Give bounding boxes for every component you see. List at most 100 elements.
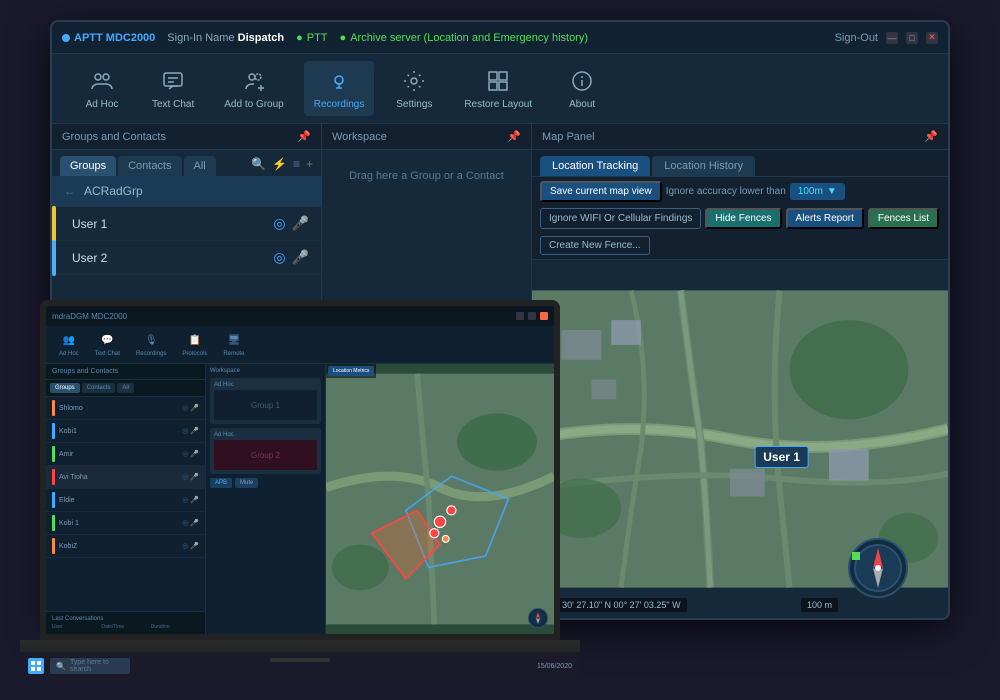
laptop-user-eldie[interactable]: Eldie ◎ 🎤 — [46, 489, 205, 512]
laptop-tool-remote[interactable]: 🖥 Remote — [218, 330, 249, 360]
laptop-user-kobi-1[interactable]: Kobi 1 ◎ 🎤 — [46, 512, 205, 535]
laptop-compass[interactable] — [528, 608, 548, 628]
user-row-1[interactable]: User 1 ◎ 🎤 — [52, 207, 321, 241]
hide-fences-button[interactable]: Hide Fences — [705, 208, 781, 229]
map-controls: Save current map view Ignore accuracy lo… — [532, 177, 948, 260]
minimize-button[interactable]: — — [886, 32, 898, 44]
conv-col1: User — [52, 624, 100, 630]
start-button[interactable] — [28, 658, 44, 674]
groups-panel-title: Groups and Contacts — [62, 131, 166, 143]
laptop-user-kobi1[interactable]: Kobi1 ◎ 🎤 — [46, 420, 205, 443]
laptop-user-icons-kobi1: ◎ 🎤 — [182, 427, 199, 435]
taskbar-time: 15/06/2020 — [537, 663, 572, 670]
user-2-icons: ◎ 🎤 — [273, 249, 309, 266]
tab-contacts[interactable]: Contacts — [118, 156, 181, 176]
toolbar-addtogroup[interactable]: Add to Group — [214, 61, 293, 116]
laptop-user-dot-avitioha — [52, 469, 55, 485]
scene: APTT MDC2000 Sign-In Name Dispatch ● PTT… — [20, 20, 980, 680]
maximize-button[interactable]: □ — [906, 32, 918, 44]
laptop-mute-btn[interactable]: Mute — [235, 478, 258, 488]
tab-all[interactable]: All — [184, 156, 216, 176]
laptop-user-dot-kobi-1 — [52, 515, 55, 531]
laptop-user-avitioha[interactable]: Avi Tioha ◎ 🎤 — [46, 466, 205, 489]
laptop-ws-controls: APB Mute — [210, 478, 321, 488]
sort-icon[interactable]: ≡ — [293, 157, 300, 171]
pin-icon[interactable]: 📌 — [297, 130, 311, 143]
laptop-base: 🔍 Type here to search 15/06/2020 — [20, 640, 580, 680]
laptop-user-icons-avitioha: ◎ 🎤 — [182, 473, 199, 481]
groups-panel-icons: 📌 — [297, 130, 311, 143]
tab-groups[interactable]: Groups — [60, 156, 116, 176]
user-1-icons: ◎ 🎤 — [273, 215, 309, 232]
laptop-content: Groups and Contacts Groups Contacts All … — [46, 364, 554, 634]
alerts-report-button[interactable]: Alerts Report — [786, 208, 864, 229]
save-map-view-button[interactable]: Save current map view — [540, 181, 662, 202]
laptop-tab-groups[interactable]: Groups — [50, 383, 80, 393]
filter-icon[interactable]: ⚡ — [272, 157, 287, 171]
toolbar-recordings[interactable]: Recordings — [304, 61, 375, 116]
laptop-close-btn[interactable] — [540, 312, 548, 320]
toolbar-restorelayout[interactable]: Restore Layout — [454, 61, 542, 116]
search-icon[interactable]: 🔍 — [251, 157, 266, 171]
laptop-workspace: Workspace Ad Hoc Group 1 Ad Hoc Group 2 … — [206, 364, 326, 634]
add-icon[interactable]: + — [306, 157, 313, 171]
laptop-minimize-btn[interactable] — [516, 312, 524, 320]
settings-label: Settings — [396, 99, 432, 110]
accuracy-dropdown[interactable]: 100m ▼ — [790, 183, 845, 200]
toolbar-about[interactable]: About — [552, 61, 612, 116]
laptop-user-shlomo[interactable]: Shlomo ◎ 🎤 — [46, 397, 205, 420]
laptop-apb-btn[interactable]: APB — [210, 478, 232, 488]
ignore-wifi-button[interactable]: Ignore WIFI Or Cellular Findings — [540, 208, 701, 229]
user-row-2[interactable]: User 2 ◎ 🎤 — [52, 241, 321, 275]
create-fence-button[interactable]: Create New Fence... — [540, 236, 650, 255]
search-box[interactable]: 🔍 Type here to search — [50, 658, 130, 674]
title-bar: APTT MDC2000 Sign-In Name Dispatch ● PTT… — [52, 22, 948, 54]
laptop-map-tabs: Location Metrics — [326, 364, 376, 378]
laptop-tab-all[interactable]: All — [117, 383, 134, 393]
workspace-drop-text: Drag here a Group or a Contact — [349, 170, 504, 182]
laptop-ws-label-1: Ad Hoc — [214, 382, 317, 388]
laptop-tool-recordings[interactable]: 🎙 Recordings — [131, 330, 171, 360]
laptop-tool-protocols[interactable]: 📋 Protocols — [177, 330, 212, 360]
laptop-user-kobiz[interactable]: KobiZ ◎ 🎤 — [46, 535, 205, 558]
laptop-tab-contacts[interactable]: Contacts — [82, 383, 116, 393]
laptop-user-icons-amir: ◎ 🎤 — [182, 450, 199, 458]
laptop-ws-item-1: Ad Hoc Group 1 — [210, 378, 321, 424]
laptop-title-bar: mdraDGM MDC2000 — [46, 306, 554, 326]
map-tab-tracking[interactable]: Location Tracking — [540, 156, 650, 176]
laptop-maximize-btn[interactable] — [528, 312, 536, 320]
recordings-icon — [325, 67, 353, 95]
laptop-user-list: Shlomo ◎ 🎤 Kobi1 ◎ 🎤 Amir ◎ 🎤 — [46, 397, 205, 611]
signin-value: Dispatch — [238, 32, 284, 44]
laptop-tool-adhoc[interactable]: 👥 Ad Hoc — [54, 330, 84, 360]
laptop-device: mdraDGM MDC2000 👥 Ad Hoc 💬 Text Chat — [20, 300, 580, 680]
user-1-mic-icon: 🎤 — [292, 215, 309, 232]
ptt-section: ● PTT — [296, 32, 327, 44]
laptop-user-name-avitioha: Avi Tioha — [59, 474, 178, 481]
laptop-tool-textchat[interactable]: 💬 Text Chat — [90, 330, 125, 360]
map-compass[interactable] — [848, 538, 908, 598]
laptop-protocols-icon: 📋 — [187, 333, 203, 349]
fences-list-button[interactable]: Fences List — [868, 208, 939, 229]
user-1-gps-icon: ◎ — [273, 215, 285, 232]
archive-label: Archive server (Location and Emergency h… — [350, 32, 588, 44]
laptop-incidents-section: Last Conversations User Date/Time Durati… — [46, 611, 205, 634]
map-pin-icon[interactable]: 📌 — [924, 130, 938, 143]
workspace-title: Workspace — [332, 131, 387, 143]
map-tabs: Location Tracking Location History — [532, 150, 948, 177]
laptop-map-tab-tracking[interactable]: Location Metrics — [328, 366, 374, 376]
sign-out-link[interactable]: Sign-Out — [835, 32, 878, 44]
workspace-pin-icon[interactable]: 📌 — [507, 130, 521, 143]
laptop-map-svg — [326, 364, 554, 634]
laptop-user-amir[interactable]: Amir ◎ 🎤 — [46, 443, 205, 466]
toolbar-textchat[interactable]: Text Chat — [142, 61, 204, 116]
toolbar-settings[interactable]: Settings — [384, 61, 444, 116]
app-title: APTT MDC2000 — [74, 32, 155, 44]
toolbar-adhoc[interactable]: Ad Hoc — [72, 61, 132, 116]
map-tab-history[interactable]: Location History — [652, 156, 755, 176]
app-logo: APTT MDC2000 — [62, 32, 155, 44]
group-item-acradgrp[interactable]: ← ACRadGrp — [52, 176, 321, 207]
map-area: User 1 51° 30' 27.10" N 00° 27' 03.25" W — [532, 260, 948, 618]
close-button[interactable]: ✕ — [926, 32, 938, 44]
laptop-user-name-kobi1: Kobi1 — [59, 428, 178, 435]
